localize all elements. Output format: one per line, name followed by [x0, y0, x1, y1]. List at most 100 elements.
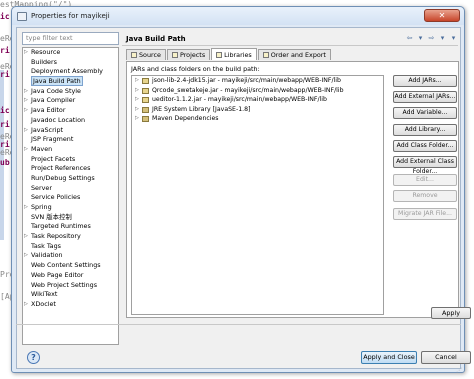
help-icon[interactable]: ? — [27, 351, 40, 364]
tree-item[interactable]: Javadoc Location — [23, 116, 118, 126]
tree-item[interactable]: SVN 版本控制 — [23, 213, 118, 223]
add-external-class-folder-button[interactable]: Add External Class Folder... — [393, 155, 457, 175]
tab-projects[interactable]: Projects — [166, 49, 211, 60]
tree-item[interactable]: ▷ Task Repository — [23, 232, 118, 242]
expand-arrow-icon[interactable]: ▷ — [135, 76, 139, 86]
tab-source[interactable]: Source — [126, 49, 166, 60]
tree-item-label: Task Tags — [31, 241, 61, 250]
remove-button[interactable]: Remove — [393, 190, 457, 203]
tab-icon — [171, 52, 178, 58]
menu-icon[interactable]: ▾ — [449, 34, 458, 42]
footer-separator — [16, 324, 461, 325]
tree-item[interactable]: Targeted Runtimes — [23, 222, 118, 232]
tree-item[interactable]: Run/Debug Settings — [23, 174, 118, 184]
tab-libraries[interactable]: Libraries — [211, 48, 257, 60]
tree-item-label: Server — [31, 183, 52, 192]
tree-item[interactable]: JSP Fragment — [23, 135, 118, 145]
dropdown-icon[interactable]: ▾ — [438, 34, 447, 42]
tree-item[interactable]: Project References — [23, 164, 118, 174]
tab-icon — [262, 52, 269, 58]
tree-item-label: Task Repository — [31, 232, 81, 241]
apply-and-close-button[interactable]: Apply and Close — [361, 351, 417, 364]
expand-arrow-icon[interactable]: ▷ — [24, 96, 28, 106]
page-header: Java Build Path ⇦ ▾ ⇨ ▾ ▾ — [122, 32, 458, 46]
tree-item[interactable]: Server — [23, 184, 118, 194]
add-variable-button[interactable]: Add Variable... — [393, 107, 457, 120]
page-content: Java Build Path ⇦ ▾ ⇨ ▾ ▾ Source Projects Libr… — [122, 32, 459, 318]
expand-arrow-icon[interactable]: ▷ — [24, 300, 28, 310]
cancel-button[interactable]: Cancel — [421, 351, 471, 364]
jar-icon — [142, 78, 149, 84]
tab-order-and-export[interactable]: Order and Export — [257, 49, 331, 60]
tree-item[interactable]: ▷ Java Editor — [23, 106, 118, 116]
tree-item[interactable]: ▷ Java Code Style — [23, 87, 118, 97]
migrate-jar-button[interactable]: Migrate JAR File... — [393, 208, 457, 221]
close-button[interactable]: ✕ — [424, 9, 460, 22]
tree-item[interactable]: WikiText — [23, 290, 118, 300]
expand-arrow-icon[interactable]: ▷ — [24, 203, 28, 213]
expand-arrow-icon[interactable]: ▷ — [135, 95, 139, 105]
library-item[interactable]: ▷ json-lib-2.4-jdk15.jar - mayikeji/src/m… — [132, 76, 383, 86]
dialog-titlebar[interactable]: Properties for mayikeji ✕ — [12, 7, 464, 25]
add-external-jars-button[interactable]: Add External JARs... — [393, 91, 457, 104]
tree-item-label: Java Compiler — [31, 96, 76, 105]
expand-arrow-icon[interactable]: ▷ — [24, 106, 28, 116]
expand-arrow-icon[interactable]: ▷ — [135, 105, 139, 115]
tree-item[interactable]: Web Content Settings — [23, 261, 118, 271]
editor-line: ic — [0, 12, 10, 21]
tree-item[interactable]: Service Policies — [23, 193, 118, 203]
expand-arrow-icon[interactable]: ▷ — [24, 126, 28, 136]
add-library-button[interactable]: Add Library... — [393, 123, 457, 136]
library-item[interactable]: ▷ Maven Dependencies — [132, 114, 383, 124]
tree-item-label: Resource — [31, 48, 61, 56]
tree-item-label: Project Facets — [31, 154, 76, 163]
property-pages-tree[interactable]: ▷ Resource Builders Deployment Assembly Java… — [22, 47, 119, 345]
expand-arrow-icon[interactable]: ▷ — [135, 114, 139, 124]
tree-item-label: Java Code Style — [31, 86, 81, 95]
tree-item-label: Run/Debug Settings — [31, 173, 95, 182]
editor-line: ri — [0, 46, 10, 55]
apply-button[interactable]: Apply — [431, 307, 471, 319]
tree-item[interactable]: ▷ Java Compiler — [23, 96, 118, 106]
expand-arrow-icon[interactable]: ▷ — [24, 87, 28, 97]
tree-item[interactable]: ▷ Maven — [23, 145, 118, 155]
properties-dialog: Properties for mayikeji ✕ type filter te… — [11, 6, 471, 374]
tree-item[interactable]: ▷ XDoclet — [23, 300, 118, 310]
tree-item[interactable]: ▷ Resource — [23, 48, 118, 58]
tree-item[interactable]: Builders — [23, 58, 118, 68]
expand-arrow-icon[interactable]: ▷ — [24, 145, 28, 155]
jar-icon — [142, 87, 149, 94]
tab-label: Source — [139, 51, 161, 59]
library-item[interactable]: ▷ JRE System Library [JavaSE-1.8] — [132, 105, 383, 115]
build-path-tabs: Source Projects Libraries Order and Export — [126, 48, 332, 61]
library-icon — [142, 106, 149, 113]
dropdown-icon[interactable]: ▾ — [416, 34, 425, 42]
add-jars-button[interactable]: Add JARs... — [393, 75, 457, 87]
edit-button[interactable]: Edit... — [393, 173, 457, 186]
tree-item-label: Deployment Assembly — [31, 67, 103, 76]
tree-item[interactable]: Web Page Editor — [23, 271, 118, 281]
add-class-folder-button[interactable]: Add Class Folder... — [393, 139, 457, 152]
resize-grip-icon[interactable]: ⋰ — [456, 367, 462, 374]
tree-item[interactable]: ▷ Validation — [23, 251, 118, 261]
tree-item[interactable]: Web Project Settings — [23, 281, 118, 291]
dialog-client-area: type filter text ▷ Resource Builders Deploy… — [16, 27, 461, 369]
expand-arrow-icon[interactable]: ▷ — [24, 251, 28, 261]
tree-item[interactable]: ▷ JavaScript — [23, 126, 118, 136]
library-item[interactable]: ▷ ueditor-1.1.2.jar - mayikeji/src/main/w… — [132, 95, 383, 105]
library-item[interactable]: ▷ Qrcode_swetakeje.jar - mayikeji/src/mai… — [132, 86, 383, 96]
tree-item[interactable]: Project Facets — [23, 155, 118, 165]
tree-item[interactable]: ▷ Spring — [23, 203, 118, 213]
filter-input[interactable]: type filter text — [22, 32, 119, 45]
forward-arrow-icon[interactable]: ⇨ — [427, 34, 436, 42]
tree-item-label: Project References — [31, 164, 91, 173]
libraries-tree[interactable]: ▷ json-lib-2.4-jdk15.jar - mayikeji/src/m… — [131, 75, 384, 315]
properties-window-icon — [17, 11, 27, 21]
tree-item[interactable]: Java Build Path — [23, 76, 118, 87]
tree-item-label: JSP Fragment — [31, 135, 74, 144]
expand-arrow-icon[interactable]: ▷ — [24, 48, 28, 58]
tree-item[interactable]: Task Tags — [23, 242, 118, 252]
expand-arrow-icon[interactable]: ▷ — [24, 232, 28, 242]
back-arrow-icon[interactable]: ⇦ — [405, 34, 414, 42]
expand-arrow-icon[interactable]: ▷ — [135, 86, 139, 96]
